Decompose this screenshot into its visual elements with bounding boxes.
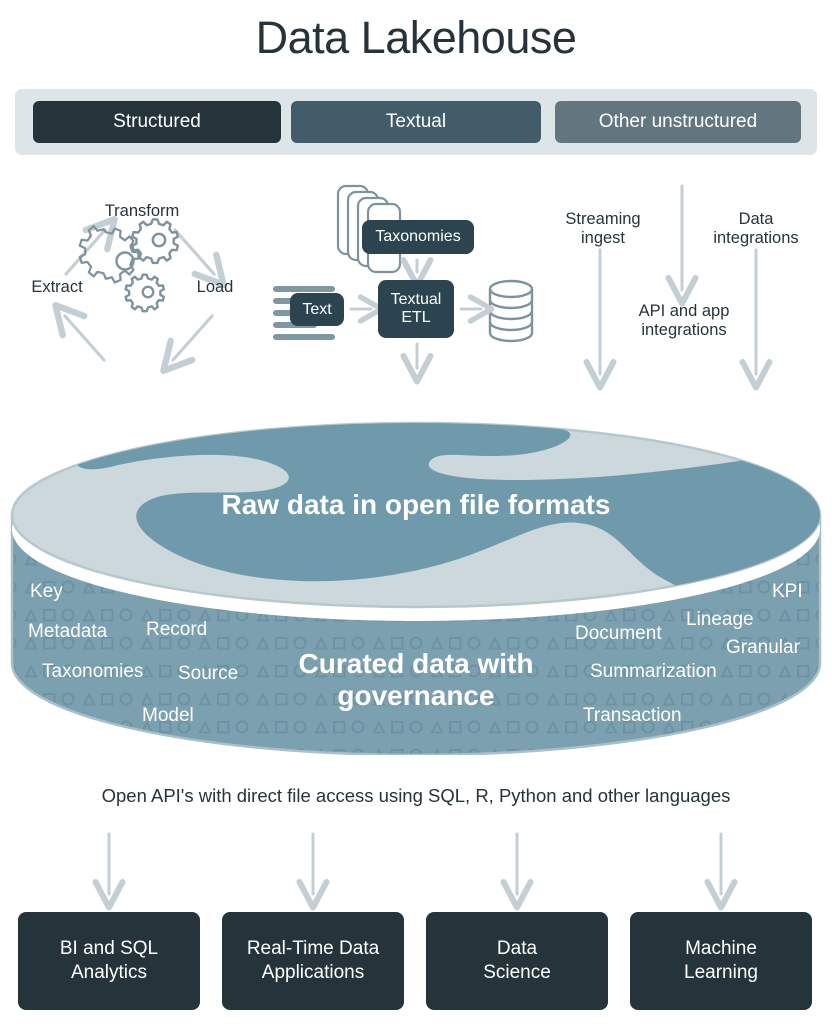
diagram-canvas: Data Lakehouse Structured Textual Other …: [0, 0, 832, 1024]
ingest-label-streaming: Streaming ingest: [565, 210, 641, 248]
ingest-label-data-integrations: Data integrations: [713, 210, 799, 248]
ingest-label-api-app-integrations: API and app integrations: [638, 302, 730, 340]
category-pill-textual[interactable]: Textual: [291, 101, 541, 143]
etl-label-extract: Extract: [31, 278, 83, 296]
category-band: Structured Textual Other unstructured: [15, 89, 817, 155]
text-badge[interactable]: Text: [290, 293, 344, 326]
etl-label-transform: Transform: [104, 202, 180, 220]
ingest-zone: Transform Extract Load Taxonomies Text T…: [0, 168, 832, 408]
output-box-real-time-data-applications[interactable]: Real-Time Data Applications: [222, 912, 404, 1010]
output-box-bi-and-sql-analytics[interactable]: BI and SQL Analytics: [18, 912, 200, 1010]
output-arrows: [92, 832, 738, 911]
lake-graphics: [10, 421, 822, 755]
database-cylinder-icon: [488, 279, 534, 343]
textual-etl-badge[interactable]: Textual ETL: [378, 280, 454, 338]
category-pill-structured[interactable]: Structured: [33, 101, 281, 143]
etl-label-load: Load: [196, 278, 234, 296]
output-box-data-science[interactable]: Data Science: [426, 912, 608, 1010]
page-title: Data Lakehouse: [255, 12, 577, 63]
open-api-caption: Open API's with direct file access using…: [101, 785, 731, 806]
taxonomies-badge[interactable]: Taxonomies: [362, 220, 474, 254]
category-pill-other-unstructured[interactable]: Other unstructured: [555, 101, 801, 143]
data-lake: Raw data in open file formats Curated da…: [0, 405, 832, 755]
output-box-machine-learning[interactable]: Machine Learning: [630, 912, 812, 1010]
